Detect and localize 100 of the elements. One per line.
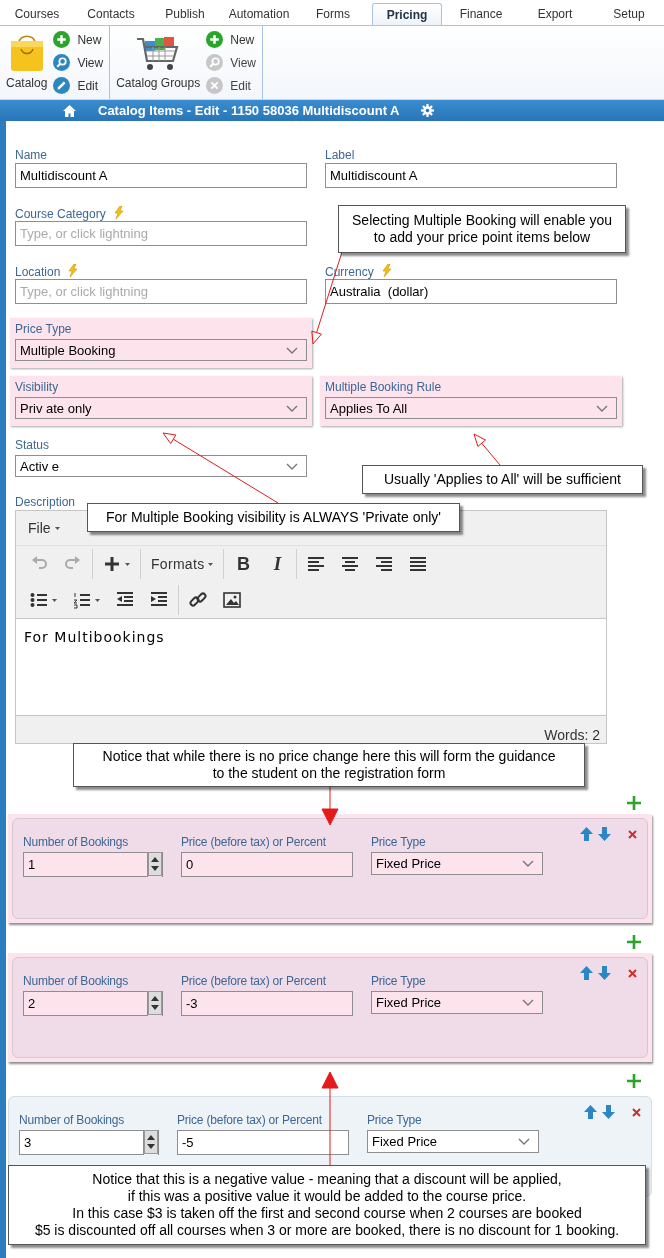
- up-arrow-icon[interactable]: [580, 827, 593, 841]
- callout: For Multiple Booking visibility is ALWAYS 'Private only': [87, 503, 460, 532]
- chevron-icon: [596, 404, 608, 412]
- text-field[interactable]: -5: [177, 1130, 349, 1155]
- chevron-icon: [518, 1138, 530, 1145]
- field-label: Price Type: [371, 974, 426, 988]
- text-field[interactable]: Australia (dollar): [325, 279, 617, 304]
- field-label: Price (before tax) or Percent: [177, 1113, 322, 1127]
- outdent-icon: [116, 591, 134, 609]
- add-icon[interactable]: [627, 796, 641, 810]
- indent-icon: [150, 591, 168, 609]
- ribbon-button[interactable]: Catalog Groups: [116, 29, 201, 99]
- tab[interactable]: Courses: [0, 5, 74, 25]
- chevron-icon: [522, 999, 534, 1006]
- close-icon[interactable]: [632, 1107, 641, 1117]
- callout: Notice that while there is no price change here this will form the guidance to the student on the registration form: [73, 743, 585, 787]
- dropdown[interactable]: Applies To All: [325, 397, 617, 419]
- tab[interactable]: Publish: [148, 5, 222, 25]
- dropdown[interactable]: Fixed Price: [367, 1130, 539, 1153]
- settings-icon[interactable]: [421, 104, 435, 117]
- arrow: [321, 786, 339, 826]
- field-label: Location: [15, 265, 61, 279]
- tab[interactable]: Automation: [222, 5, 296, 25]
- field-label: Number of Bookings: [23, 974, 129, 988]
- align-center-icon: [341, 555, 360, 573]
- field-label: Number of Bookings: [23, 835, 129, 849]
- align-left-icon: [307, 555, 326, 573]
- field-label: Multiple Booking Rule: [325, 380, 442, 394]
- tab[interactable]: Pricing: [372, 3, 442, 25]
- number-field[interactable]: 2: [23, 991, 148, 1016]
- ribbon-action[interactable]: Edit: [53, 77, 104, 94]
- down-arrow-icon[interactable]: [602, 1105, 615, 1119]
- text-field[interactable]: Type, or click lightning: [15, 221, 307, 246]
- toolbar-button[interactable]: I: [262, 549, 293, 579]
- field-label: Number of Bookings: [19, 1113, 125, 1127]
- plus-icon: [206, 31, 224, 48]
- number-field[interactable]: 1: [23, 852, 148, 877]
- toolbar-button[interactable]: B: [228, 549, 259, 579]
- close-icon[interactable]: [628, 968, 637, 978]
- menu-item[interactable]: File: [22, 520, 66, 536]
- link-icon: [189, 591, 207, 609]
- align-right-icon: [375, 555, 394, 573]
- field-label: Course Category: [15, 207, 106, 221]
- field-label: Status: [15, 438, 50, 452]
- numbered-list-icon: [73, 591, 91, 609]
- field-label: Name: [15, 148, 47, 162]
- bullet-list-icon: [30, 591, 48, 609]
- field-label: Price Type: [371, 835, 426, 849]
- ribbon-action[interactable]: New: [206, 31, 256, 48]
- tab[interactable]: Setup: [592, 5, 664, 25]
- text-field[interactable]: 0: [181, 852, 353, 877]
- text-field[interactable]: Type, or click lightning: [15, 279, 307, 304]
- chevron-icon: [522, 860, 534, 867]
- field-label: Price Type: [367, 1113, 422, 1127]
- text-field[interactable]: -3: [181, 991, 353, 1016]
- editor-content[interactable]: For Multibookings: [16, 618, 606, 716]
- down-arrow-icon[interactable]: [598, 827, 611, 841]
- callout: Usually 'Applies to All' will be sufficient: [362, 465, 643, 494]
- chevron-icon: [286, 346, 298, 354]
- tab[interactable]: Export: [518, 5, 592, 25]
- page-title: Catalog Items - Edit - 1150 58036 Multidiscount A: [98, 103, 400, 118]
- number-field[interactable]: 3: [19, 1130, 144, 1155]
- justify-icon: [409, 555, 428, 573]
- field-label: Price Type: [15, 322, 72, 336]
- dropdown[interactable]: Priv ate only: [15, 397, 307, 419]
- pencil-icon: [53, 77, 71, 94]
- add-icon[interactable]: [627, 1074, 641, 1088]
- word-count: Words: 2: [544, 727, 600, 743]
- arrow: [473, 433, 501, 466]
- field-label: Price (before tax) or Percent: [181, 974, 326, 988]
- dropdown[interactable]: Fixed Price: [371, 991, 543, 1014]
- chevron-icon: [286, 462, 298, 470]
- tab[interactable]: Finance: [444, 5, 518, 25]
- text-field[interactable]: Multidiscount A: [325, 163, 617, 188]
- dropdown[interactable]: Multiple Booking: [15, 339, 307, 361]
- dropdown[interactable]: Activ e: [15, 455, 307, 477]
- spinner-arrows-icon[interactable]: [148, 852, 162, 876]
- ribbon-button[interactable]: Catalog: [6, 29, 48, 99]
- dropdown[interactable]: Fixed Price: [371, 852, 543, 875]
- tab[interactable]: Forms: [296, 5, 370, 25]
- chevron-icon: [286, 404, 298, 412]
- caret-icon: [54, 526, 60, 530]
- field-label: Visibility: [15, 380, 59, 394]
- plus-icon: [103, 555, 121, 573]
- ribbon-action[interactable]: View: [53, 54, 104, 71]
- up-arrow-icon[interactable]: [580, 966, 593, 980]
- field-label: Description: [15, 495, 76, 509]
- ribbon-action[interactable]: New: [53, 31, 104, 48]
- add-icon[interactable]: [627, 935, 641, 949]
- cross-icon: [206, 77, 224, 94]
- home-icon[interactable]: [63, 104, 76, 117]
- spinner-arrows-icon[interactable]: [144, 1130, 158, 1154]
- spinner-arrows-icon[interactable]: [148, 991, 162, 1015]
- tab[interactable]: Contacts: [74, 5, 148, 25]
- field-label: Label: [325, 148, 355, 162]
- down-arrow-icon[interactable]: [598, 966, 611, 980]
- close-icon[interactable]: [628, 829, 637, 839]
- toolbar-button[interactable]: Formats: [145, 549, 220, 579]
- text-field[interactable]: Multidiscount A: [15, 163, 307, 188]
- up-arrow-icon[interactable]: [584, 1105, 597, 1119]
